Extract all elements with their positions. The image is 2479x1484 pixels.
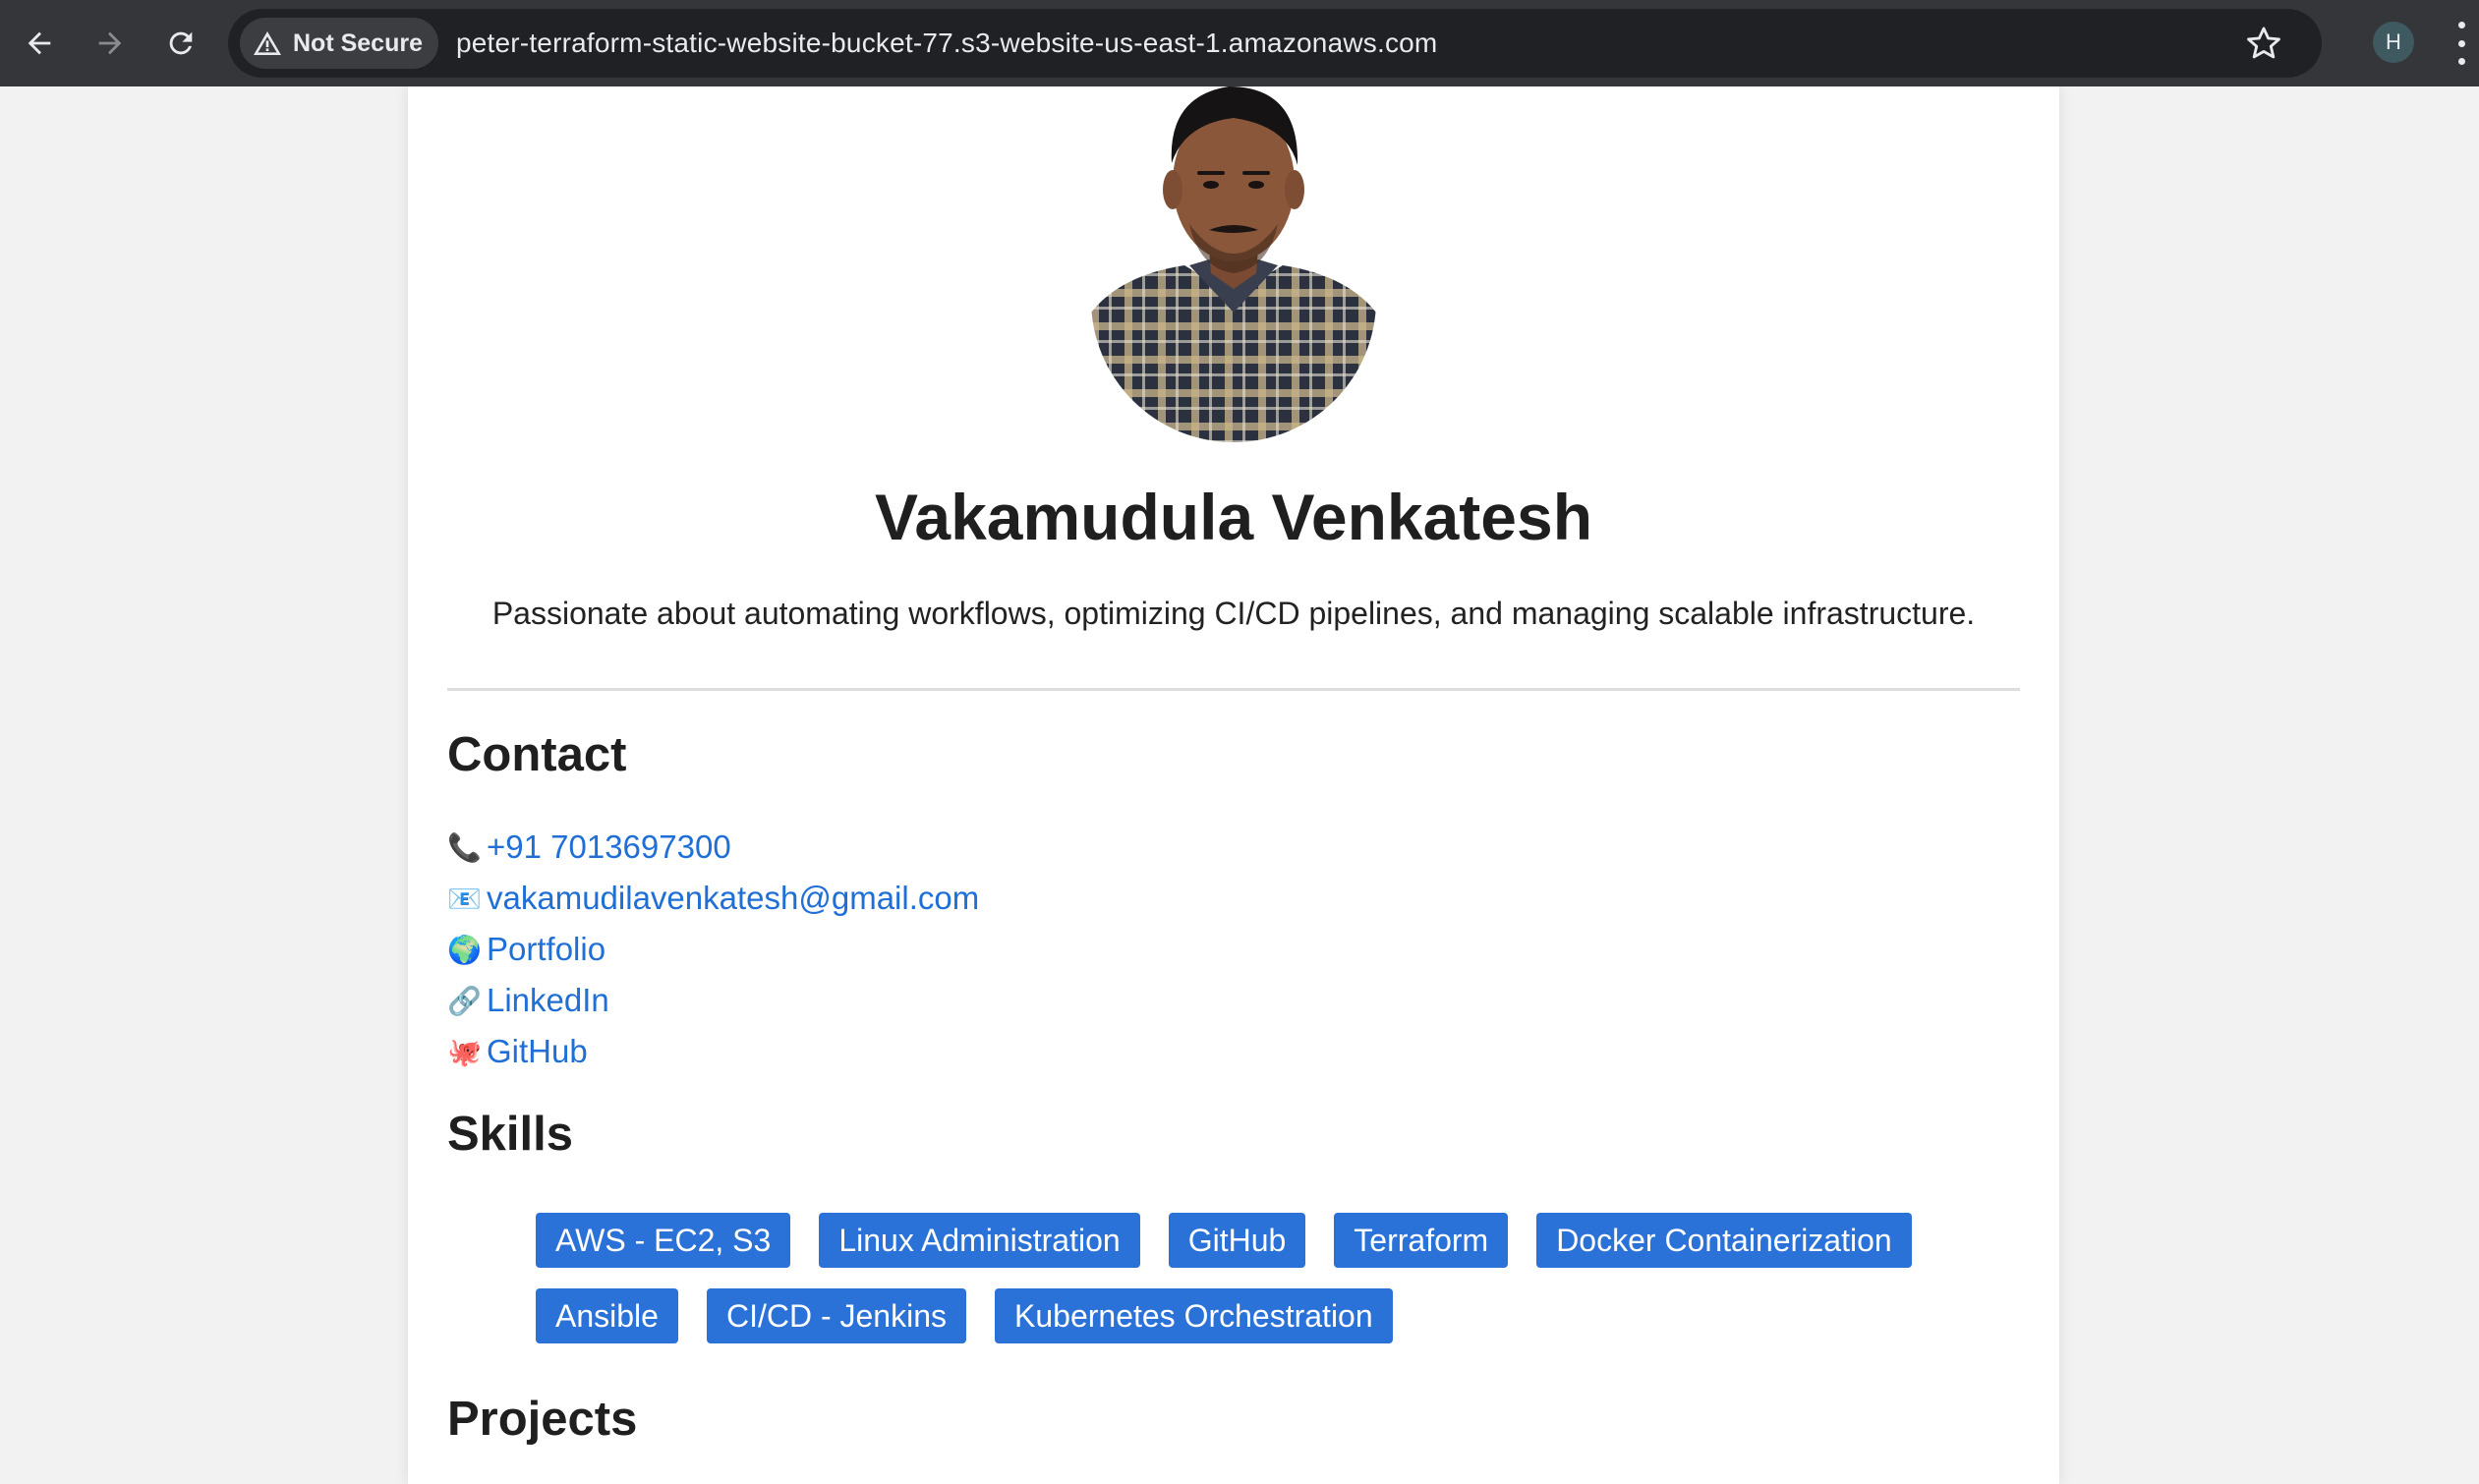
profile-avatar[interactable]: H [2373,22,2414,63]
skills-list: AWS - EC2, S3 Linux Administration GitHu… [536,1213,2010,1364]
phone-link[interactable]: +91 7013697300 [487,828,731,866]
url-text[interactable]: peter-terraform-static-website-bucket-77… [456,28,1437,59]
skill-badge: Ansible [536,1288,678,1343]
warning-icon [254,31,281,55]
contact-item-phone: 📞 +91 7013697300 [447,822,979,873]
profile-name: Vakamudula Venkatesh [874,481,1593,553]
skill-badge: Kubernetes Orchestration [995,1288,1393,1343]
projects-heading: Projects [447,1393,638,1446]
page-viewport: Vakamudula Venkatesh Passionate about au… [0,86,2479,1484]
contact-item-portfolio: 🌍 Portfolio [447,924,979,975]
skill-badge: CI/CD - Jenkins [706,1288,966,1343]
section-divider [447,688,2020,691]
skills-heading: Skills [447,1108,574,1161]
skill-badge: Docker Containerization [1536,1213,1912,1268]
phone-icon: 📞 [447,831,482,863]
reload-button[interactable] [149,12,212,75]
reload-icon [169,31,193,55]
forward-button[interactable] [79,12,142,75]
link-icon: 🔗 [447,985,482,1016]
skill-badge: AWS - EC2, S3 [536,1213,791,1268]
contact-item-linkedin: 🔗 LinkedIn [447,975,979,1026]
contact-item-email: 📧 vakamudilavenkatesh@gmail.com [447,873,979,924]
profile-photo [1091,86,1376,442]
linkedin-link[interactable]: LinkedIn [487,982,609,1019]
globe-icon: 🌍 [447,934,482,965]
profile-tagline: Passionate about automating workflows, o… [491,596,1976,631]
contact-heading: Contact [447,728,627,781]
skill-badge: GitHub [1168,1213,1306,1268]
profile-initial: H [2386,29,2401,54]
browser-toolbar: Not Secure peter-terraform-static-websit… [0,0,2479,86]
portfolio-link[interactable]: Portfolio [487,931,605,968]
contact-item-github: 🐙 GitHub [447,1026,979,1077]
back-button[interactable] [8,12,71,75]
skill-badge: Linux Administration [819,1213,1140,1268]
github-link[interactable]: GitHub [487,1033,588,1070]
skill-badge: Terraform [1334,1213,1509,1268]
browser-menu-button[interactable] [2450,22,2473,65]
security-label: Not Secure [293,29,423,57]
email-icon: 📧 [447,883,482,914]
contact-list: 📞 +91 7013697300 📧 vakamudilavenkatesh@g… [447,822,979,1077]
address-bar[interactable]: Not Secure peter-terraform-static-websit… [228,9,2322,78]
resume-card: Vakamudula Venkatesh Passionate about au… [408,86,2059,1484]
octopus-icon: 🐙 [447,1036,482,1067]
arrow-right-icon [98,31,122,55]
star-icon[interactable] [2245,25,2282,62]
email-link[interactable]: vakamudilavenkatesh@gmail.com [487,880,979,917]
arrow-left-icon [28,31,51,55]
security-indicator[interactable]: Not Secure [240,18,438,69]
